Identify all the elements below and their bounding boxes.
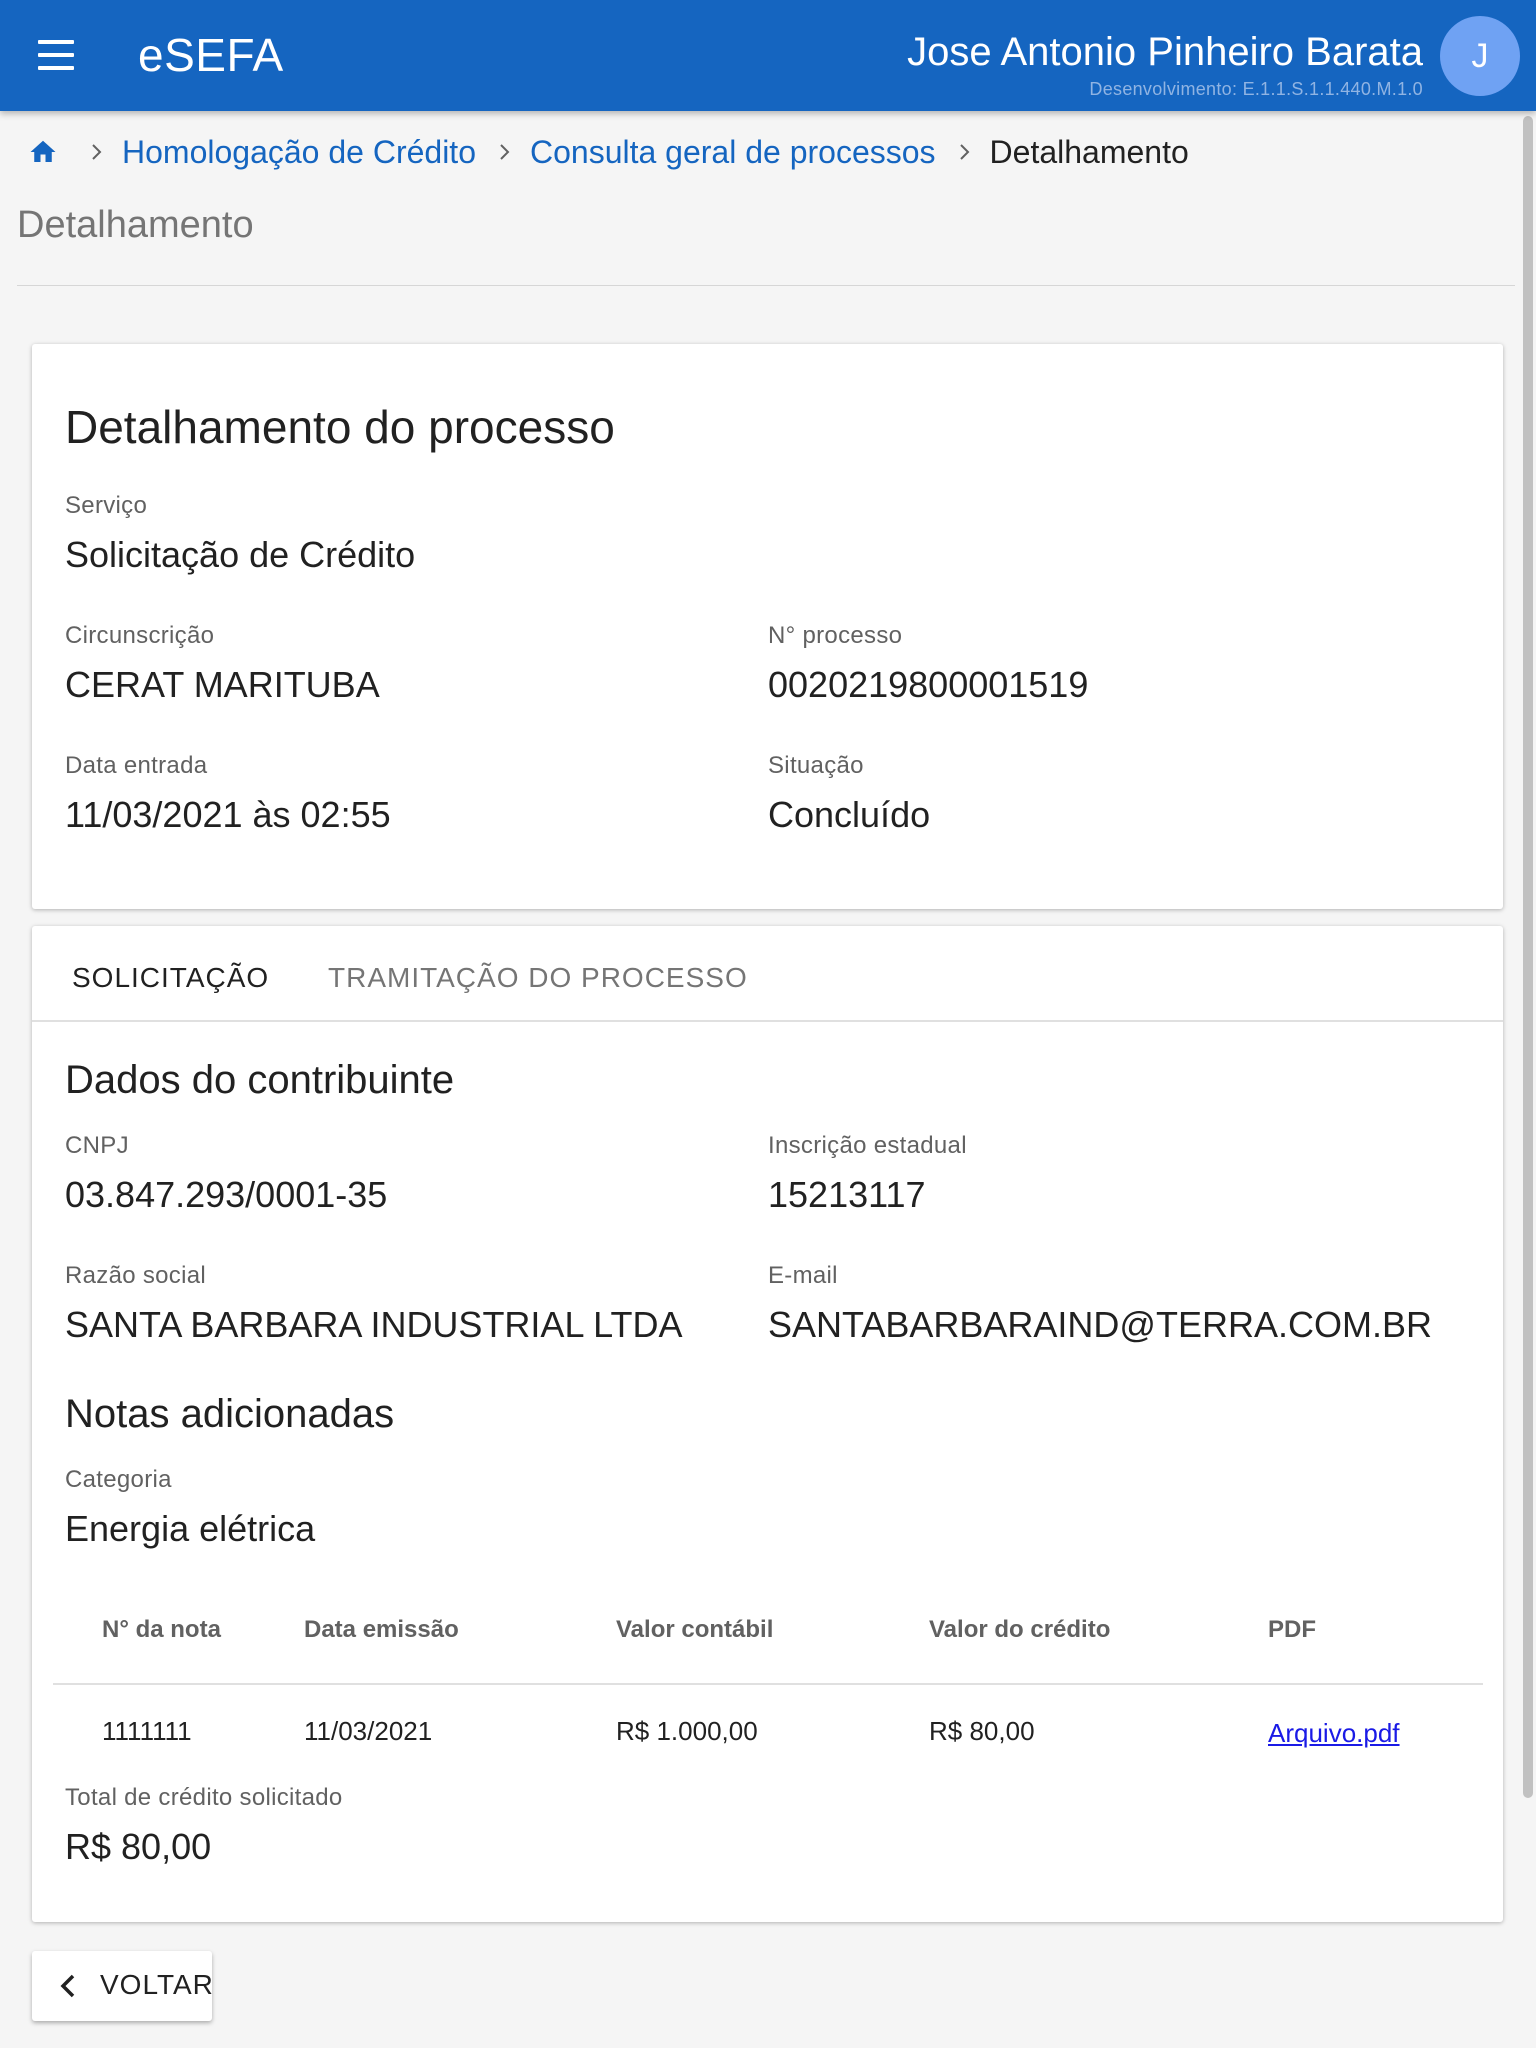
situacao-value: Concluído — [768, 794, 931, 835]
numero-processo-value: 0020219800001519 — [768, 664, 1089, 705]
circunscricao-value: CERAT MARITUBA — [65, 664, 380, 705]
chevron-right-icon — [92, 144, 102, 160]
data-entrada-label: Data entrada — [65, 752, 208, 779]
inscricao-estadual-value: 15213117 — [768, 1174, 926, 1215]
back-button[interactable]: VOLTAR — [32, 1951, 214, 2021]
email-value: SANTABARBARAIND@TERRA.COM.BR — [768, 1304, 1432, 1345]
notas-heading: Notas adicionadas — [65, 1392, 395, 1436]
cnpj-label: CNPJ — [65, 1132, 129, 1159]
solicitation-card: SOLICITAÇÃO TRAMITAÇÃO DO PROCESSO Dados… — [32, 926, 1503, 1922]
scrollbar-thumb[interactable] — [1523, 116, 1533, 1798]
back-button-label: VOLTAR — [100, 1969, 214, 2000]
column-header-numero: N° da nota — [102, 1616, 221, 1643]
divider — [17, 285, 1515, 286]
app-title: eSEFA — [138, 29, 284, 81]
breadcrumb-current: Detalhamento — [989, 133, 1189, 170]
column-header-data: Data emissão — [304, 1616, 459, 1643]
page-title: Detalhamento — [17, 204, 254, 246]
chevron-right-icon — [500, 144, 510, 160]
tab-tramitacao[interactable]: TRAMITAÇÃO DO PROCESSO — [328, 962, 748, 994]
cell-valor-credito: R$ 80,00 — [929, 1716, 1035, 1746]
breadcrumb-consulta[interactable]: Consulta geral de processos — [530, 134, 936, 171]
razao-social-label: Razão social — [65, 1262, 207, 1289]
total-credito-value: R$ 80,00 — [65, 1826, 212, 1867]
process-heading: Detalhamento do processo — [65, 401, 615, 453]
categoria-value: Energia elétrica — [65, 1508, 316, 1549]
servico-label: Serviço — [65, 492, 148, 519]
environment-version: Desenvolvimento: E.1.1.S.1.1.440.M.1.0 — [1089, 79, 1423, 99]
app-bar: eSEFA Jose Antonio Pinheiro Barata Desen… — [0, 0, 1536, 111]
situacao-label: Situação — [768, 752, 864, 779]
razao-social-value: SANTA BARBARA INDUSTRIAL LTDA — [65, 1304, 683, 1345]
tabs-divider — [32, 1020, 1503, 1022]
servico-value: Solicitação de Crédito — [65, 534, 416, 575]
cell-data: 11/03/2021 — [304, 1716, 433, 1746]
table-divider — [53, 1683, 1483, 1685]
data-entrada-value: 11/03/2021 às 02:55 — [65, 794, 391, 835]
cnpj-value: 03.847.293/0001-35 — [65, 1174, 388, 1215]
numero-processo-label: N° processo — [768, 622, 903, 649]
email-label: E-mail — [768, 1262, 838, 1289]
process-details-card: Detalhamento do processo Serviço Solicit… — [32, 344, 1503, 909]
breadcrumb-homologacao[interactable]: Homologação de Crédito — [122, 134, 476, 171]
total-credito-label: Total de crédito solicitado — [65, 1784, 343, 1811]
chevron-right-icon — [959, 144, 969, 160]
home-icon[interactable] — [28, 137, 58, 167]
avatar[interactable]: J — [1440, 16, 1520, 96]
cell-numero: 1111111 — [102, 1716, 192, 1746]
menu-icon[interactable] — [34, 38, 78, 72]
circunscricao-label: Circunscrição — [65, 622, 215, 649]
contribuinte-heading: Dados do contribuinte — [65, 1058, 455, 1102]
tab-solicitacao[interactable]: SOLICITAÇÃO — [72, 962, 269, 994]
inscricao-estadual-label: Inscrição estadual — [768, 1132, 967, 1159]
column-header-pdf: PDF — [1268, 1616, 1316, 1643]
column-header-valor-contabil: Valor contábil — [616, 1616, 774, 1643]
column-header-valor-credito: Valor do crédito — [929, 1616, 1111, 1643]
categoria-label: Categoria — [65, 1466, 172, 1493]
cell-valor-contabil: R$ 1.000,00 — [616, 1716, 758, 1746]
chevron-left-icon — [60, 1974, 75, 1998]
breadcrumb: Homologação de Crédito Consulta geral de… — [28, 130, 1189, 174]
pdf-link[interactable]: Arquivo.pdf — [1268, 1718, 1400, 1749]
user-name[interactable]: Jose Antonio Pinheiro Barata — [907, 30, 1423, 75]
